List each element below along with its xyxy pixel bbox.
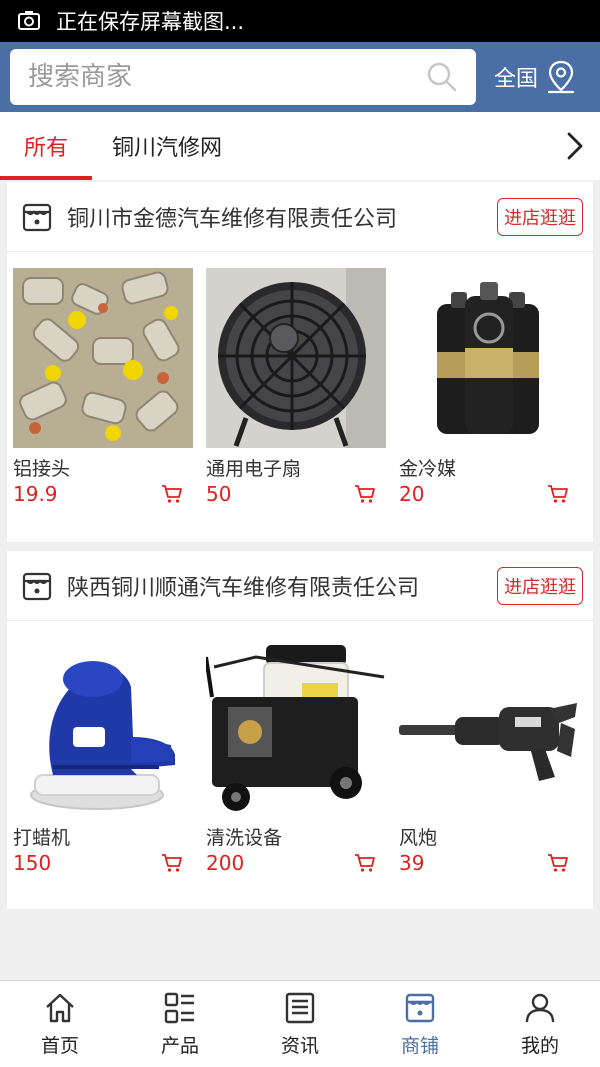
product-list: 铝接头 19.9 通用电子扇 50 金冷媒 20 [7,252,593,508]
shop-header[interactable]: 陕西铜川顺通汽车维修有限责任公司 进店逛逛 [7,551,593,621]
product-image[interactable] [206,637,386,817]
product-price: 20 [399,482,425,506]
list-icon [164,992,194,1024]
product-price: 150 [13,851,52,875]
product-name: 铝接头 [13,458,71,480]
nav-label: 商铺 [400,1035,439,1057]
shop-name: 铜川市金德汽车维修有限责任公司 [67,206,398,232]
visit-store-button[interactable]: 进店逛逛 [497,566,583,605]
product-item[interactable]: 打蜡机 150 [13,637,193,877]
product-item[interactable]: 金冷媒 20 [399,268,579,508]
product-item[interactable]: 风炮 39 [399,637,579,877]
product-image[interactable] [206,268,386,448]
cart-icon[interactable] [161,853,183,873]
user-icon [525,993,555,1023]
product-price: 200 [206,851,245,875]
status-bar: 正在保存屏幕截图... [0,0,600,42]
store-icon [405,993,435,1023]
shop-name: 陕西铜川顺通汽车维修有限责任公司 [67,575,420,601]
shop-card: 铜川市金德汽车维修有限责任公司 进店逛逛 铝接头 19.9 通用电子扇 50 金… [7,182,593,542]
search-box[interactable] [10,49,476,105]
screenshot-icon [18,11,40,31]
region-selector[interactable]: 全国 [494,60,576,94]
product-name: 风炮 [399,827,438,849]
product-name: 打蜡机 [13,827,71,849]
nav-label: 产品 [160,1035,199,1057]
product-item[interactable]: 铝接头 19.9 [13,268,193,508]
product-name: 通用电子扇 [206,458,302,480]
nav-me[interactable]: 我的 [480,981,600,1067]
store-icon [21,201,53,233]
region-label: 全国 [494,67,539,92]
status-text: 正在保存屏幕截图... [56,10,245,34]
product-item[interactable]: 通用电子扇 50 [206,268,386,508]
tab-tongchuan-qixiu[interactable]: 铜川汽修网 [112,112,222,180]
product-name: 清洗设备 [206,827,283,849]
tab-all[interactable]: 所有 [0,112,92,180]
nav-shops[interactable]: 商铺 [360,981,480,1067]
header: 全国 [0,42,600,112]
bottom-nav: 首页 产品 资讯 商铺 我的 [0,980,600,1067]
nav-news[interactable]: 资讯 [240,981,360,1067]
product-image[interactable] [399,637,579,817]
search-icon[interactable] [426,61,458,93]
product-item[interactable]: 清洗设备 200 [206,637,386,877]
product-image[interactable] [13,268,193,448]
product-price: 39 [399,851,425,875]
product-image[interactable] [399,268,579,448]
store-icon [21,570,53,602]
visit-store-button[interactable]: 进店逛逛 [497,197,583,236]
cart-icon[interactable] [354,853,376,873]
nav-home[interactable]: 首页 [0,981,120,1067]
home-icon [46,993,74,1023]
category-tabs: 所有 铜川汽修网 [0,112,600,180]
search-input[interactable] [28,62,426,92]
news-icon [285,992,315,1024]
product-image[interactable] [13,637,193,817]
cart-icon[interactable] [547,853,569,873]
cart-icon[interactable] [161,484,183,504]
shop-header[interactable]: 铜川市金德汽车维修有限责任公司 进店逛逛 [7,182,593,252]
shop-card: 陕西铜川顺通汽车维修有限责任公司 进店逛逛 打蜡机 150 清洗设备 200 风… [7,551,593,909]
location-icon [546,60,576,94]
product-name: 金冷媒 [399,458,457,480]
cart-icon[interactable] [354,484,376,504]
nav-label: 资讯 [280,1035,319,1057]
product-price: 19.9 [13,482,58,506]
cart-icon[interactable] [547,484,569,504]
product-price: 50 [206,482,232,506]
chevron-right-icon[interactable] [564,130,586,162]
nav-label: 我的 [520,1035,559,1057]
nav-products[interactable]: 产品 [120,981,240,1067]
nav-label: 首页 [40,1035,79,1057]
product-list: 打蜡机 150 清洗设备 200 风炮 39 [7,621,593,877]
